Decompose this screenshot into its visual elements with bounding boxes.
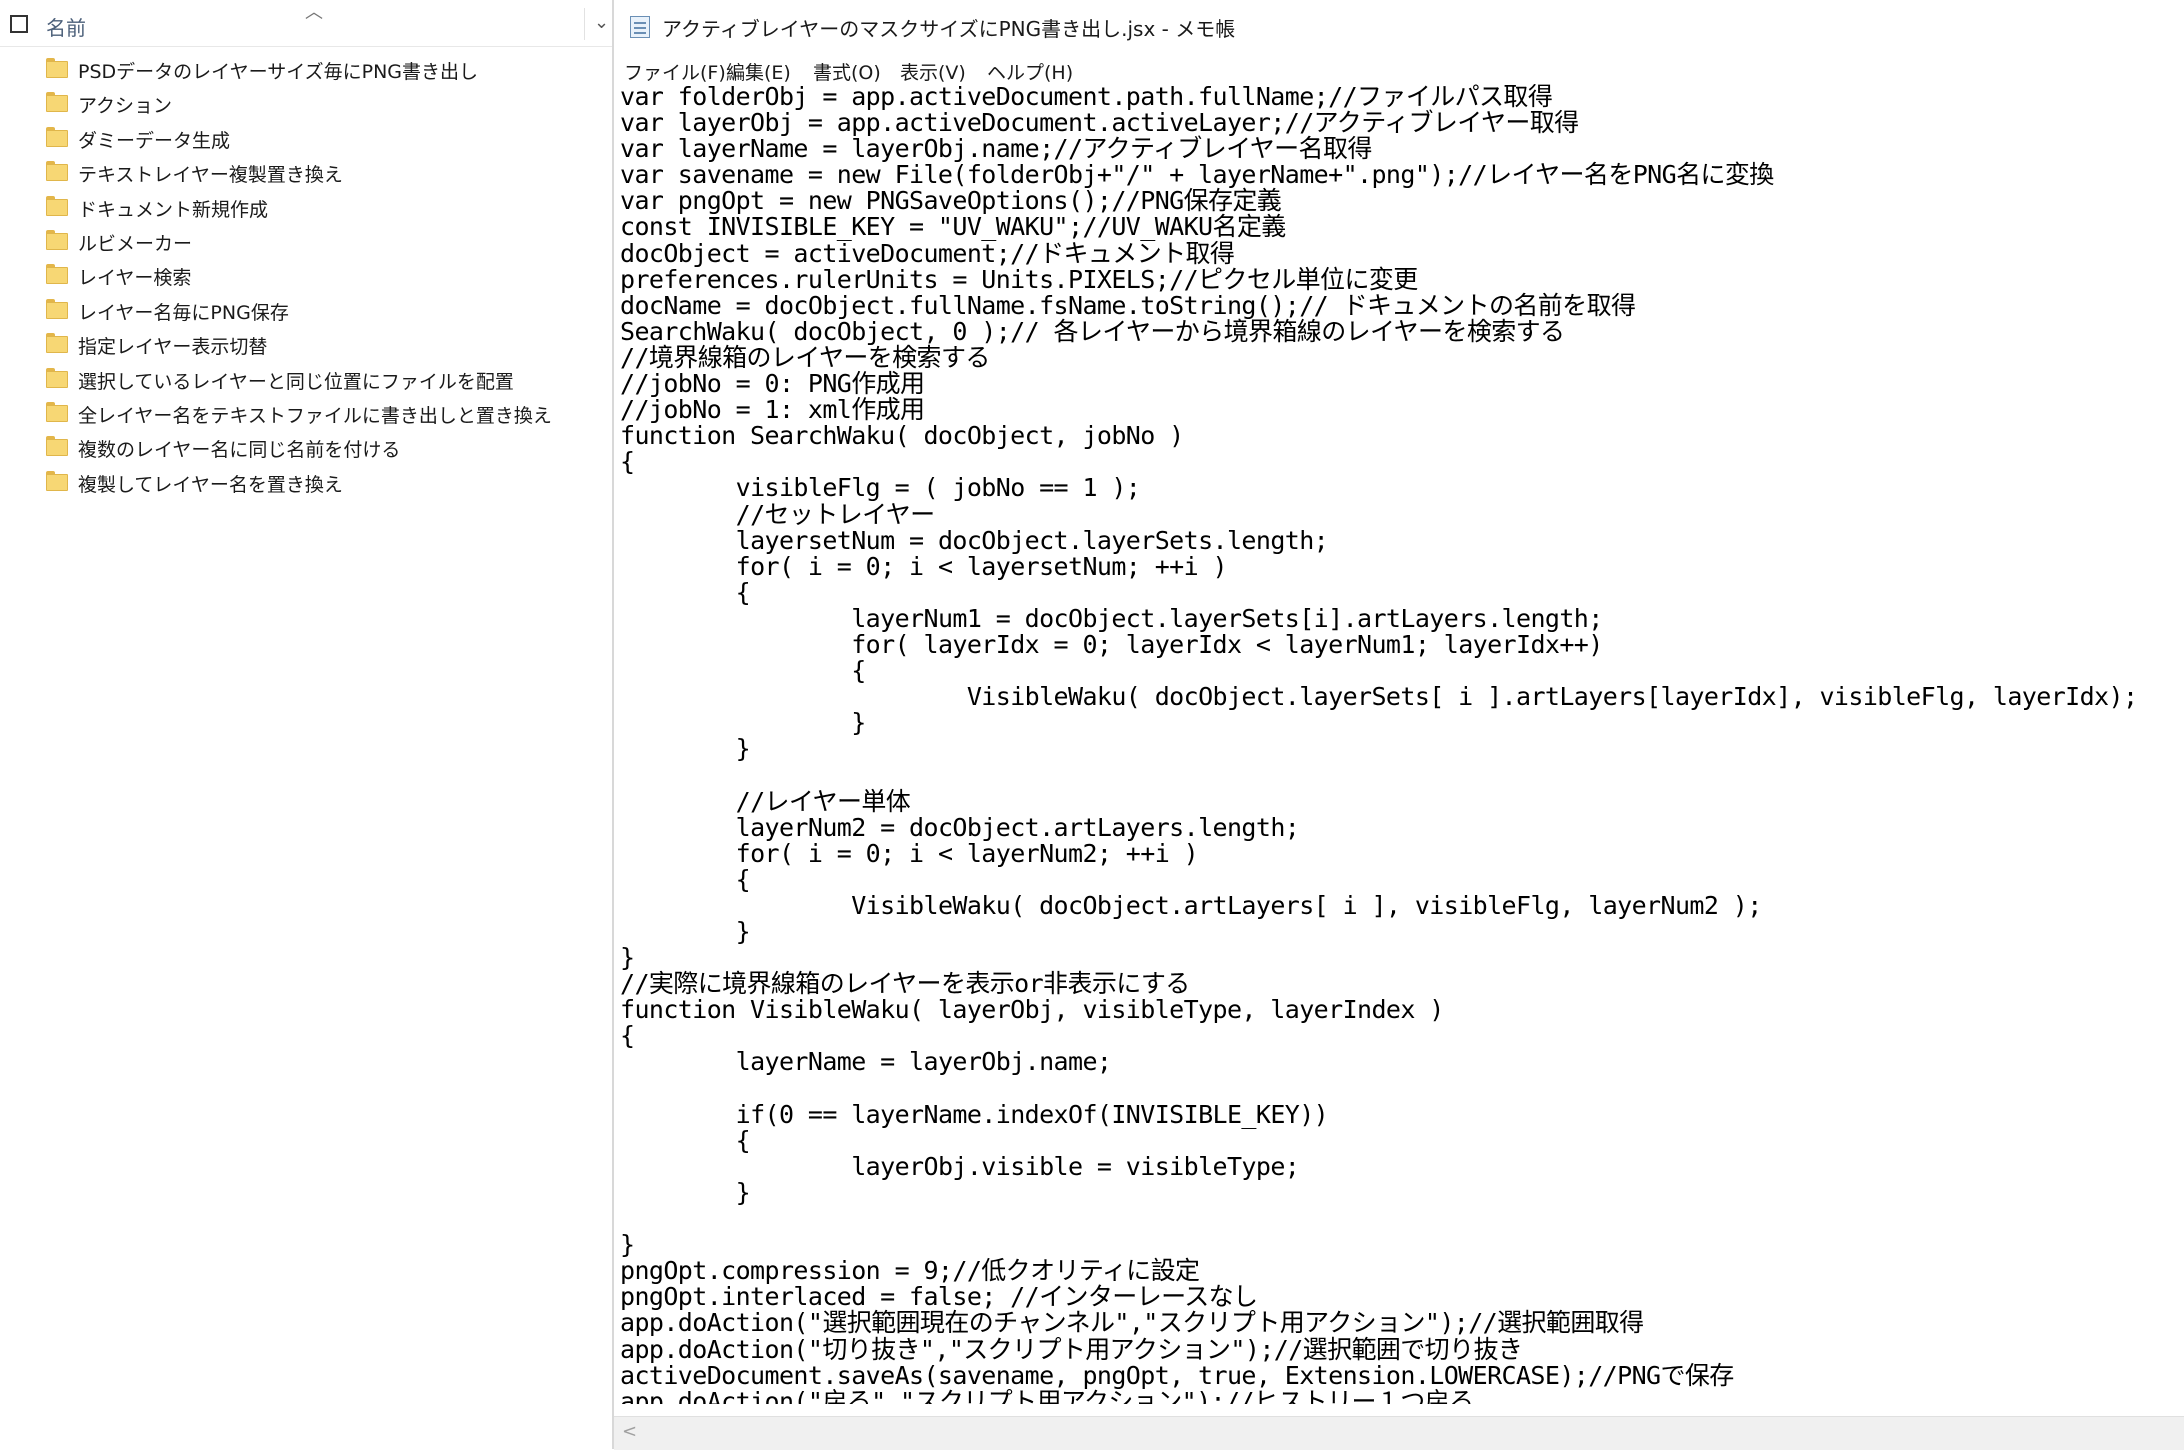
folder-name: 選択しているレイヤーと同じ位置にファイルを配置 — [78, 370, 514, 393]
text-editor[interactable]: var folderObj = app.activeDocument.path.… — [614, 84, 2184, 1404]
sort-up-icon: ︿ — [305, 2, 323, 23]
folder-icon — [46, 401, 68, 422]
folder-name: 複製してレイヤー名を置き換え — [78, 473, 343, 496]
window-titlebar[interactable]: アクティブレイヤーのマスクサイズにPNG書き出し.jsx - メモ帳 — [614, 0, 2184, 52]
folder-name: レイヤー名毎にPNG保存 — [78, 301, 289, 324]
folder-name: PSDデータのレイヤーサイズ毎にPNG書き出し — [78, 61, 479, 83]
menu-help[interactable]: ヘルプ(H) — [987, 56, 1073, 87]
scroll-left-icon[interactable]: < — [622, 1421, 637, 1442]
menu-bar: ファイル(F) 編集(E) 書式(O) 表示(V) ヘルプ(H) — [614, 52, 2184, 88]
folder-name: アクション — [78, 95, 173, 118]
explorer-column-header: 名前 ︿ ⌄ — [0, 0, 612, 47]
folder-icon — [46, 333, 68, 354]
code-text[interactable]: var folderObj = app.activeDocument.path.… — [614, 84, 2184, 1404]
list-item[interactable]: 指定レイヤー表示切替 — [0, 327, 612, 361]
list-item[interactable]: レイヤー名毎にPNG保存 — [0, 293, 612, 327]
horizontal-scrollbar[interactable]: < — [614, 1416, 2184, 1450]
list-item[interactable]: PSDデータのレイヤーサイズ毎にPNG書き出し — [0, 52, 612, 86]
column-header-name[interactable]: 名前 — [46, 12, 86, 41]
folder-icon — [46, 126, 68, 147]
notepad-icon — [630, 16, 650, 38]
select-all-checkbox[interactable] — [10, 15, 28, 33]
list-item[interactable]: テキストレイヤー複製置き換え — [0, 155, 612, 189]
window-title: アクティブレイヤーのマスクサイズにPNG書き出し.jsx - メモ帳 — [662, 17, 1236, 41]
list-item[interactable]: レイヤー検索 — [0, 258, 612, 292]
folder-name: レイヤー検索 — [78, 267, 192, 290]
list-item[interactable]: 選択しているレイヤーと同じ位置にファイルを配置 — [0, 362, 612, 396]
folder-name: 全レイヤー名をテキストファイルに書き出しと置き換え — [78, 404, 552, 427]
folder-name: ドキュメント新規作成 — [78, 198, 269, 221]
chevron-down-icon[interactable]: ⌄ — [594, 12, 609, 33]
list-item[interactable]: 複製してレイヤー名を置き換え — [0, 465, 612, 499]
folder-name: テキストレイヤー複製置き換え — [78, 164, 343, 187]
list-item[interactable]: ドキュメント新規作成 — [0, 190, 612, 224]
column-divider[interactable] — [584, 8, 585, 40]
menu-file[interactable]: ファイル(F) — [624, 56, 726, 87]
list-item[interactable]: 全レイヤー名をテキストファイルに書き出しと置き換え — [0, 396, 612, 430]
folder-icon — [46, 298, 68, 319]
list-item[interactable]: アクション — [0, 86, 612, 120]
folder-name: ルビメーカー — [78, 232, 193, 255]
list-item[interactable]: 複数のレイヤー名に同じ名前を付ける — [0, 430, 612, 464]
list-item[interactable]: ダミーデータ生成 — [0, 121, 612, 155]
folder-name: ダミーデータ生成 — [78, 129, 231, 152]
menu-view[interactable]: 表示(V) — [900, 56, 966, 87]
folder-name: 複数のレイヤー名に同じ名前を付ける — [78, 439, 401, 462]
folder-icon — [46, 195, 68, 216]
folder-icon — [46, 436, 68, 457]
folder-icon — [46, 470, 68, 491]
folder-icon — [46, 161, 68, 182]
folder-name: 指定レイヤー表示切替 — [78, 336, 268, 359]
folder-icon — [46, 367, 68, 388]
folder-icon — [46, 58, 68, 78]
menu-edit[interactable]: 編集(E) — [726, 56, 791, 87]
folder-icon — [46, 229, 68, 250]
notepad-window: アクティブレイヤーのマスクサイズにPNG書き出し.jsx - メモ帳 ファイル(… — [612, 0, 2184, 1450]
folder-list: PSDデータのレイヤーサイズ毎にPNG書き出し アクション ダミーデータ生成 テ… — [0, 52, 612, 499]
folder-icon — [46, 92, 68, 113]
list-item[interactable]: ルビメーカー — [0, 224, 612, 258]
folder-icon — [46, 264, 68, 285]
explorer-pane: 名前 ︿ ⌄ PSDデータのレイヤーサイズ毎にPNG書き出し アクション ダミー… — [0, 0, 612, 1449]
menu-format[interactable]: 書式(O) — [813, 56, 881, 87]
